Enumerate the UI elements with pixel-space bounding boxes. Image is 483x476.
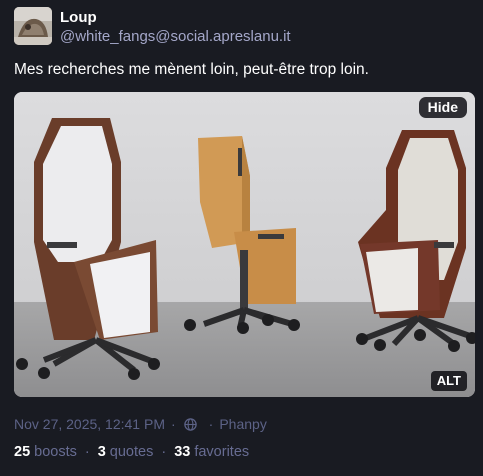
stats-separator: · bbox=[161, 444, 167, 460]
quotes-label[interactable]: quotes bbox=[110, 444, 154, 460]
coffin-chairs-image bbox=[14, 92, 475, 397]
post-meta: Nov 27, 2025, 12:41 PM · · Phanpy bbox=[14, 416, 267, 432]
media-attachment[interactable]: Hide ALT bbox=[14, 92, 475, 397]
favorites-count[interactable]: 33 bbox=[174, 444, 190, 460]
meta-separator: · bbox=[171, 416, 176, 432]
display-name[interactable]: Loup bbox=[60, 9, 97, 26]
favorites-label[interactable]: favorites bbox=[194, 444, 249, 460]
avatar[interactable] bbox=[14, 7, 52, 45]
post-stats: 25 boosts · 3 quotes · 33 favorites bbox=[14, 444, 249, 460]
boosts-label[interactable]: boosts bbox=[34, 444, 77, 460]
alt-text-badge[interactable]: ALT bbox=[430, 371, 467, 391]
boosts-count[interactable]: 25 bbox=[14, 444, 30, 460]
client-name: Phanpy bbox=[219, 416, 267, 432]
account-handle[interactable]: @white_fangs@social.apreslanu.it bbox=[60, 28, 291, 45]
hide-media-button[interactable]: Hide bbox=[418, 97, 467, 118]
avatar-image bbox=[14, 7, 52, 45]
quotes-count[interactable]: 3 bbox=[98, 444, 106, 460]
post-timestamp[interactable]: Nov 27, 2025, 12:41 PM bbox=[14, 416, 165, 432]
globe-icon bbox=[183, 417, 197, 431]
meta-separator: · bbox=[208, 416, 214, 432]
stats-separator: · bbox=[84, 444, 90, 460]
post-content: Mes recherches me mènent loin, peut-être… bbox=[14, 61, 369, 78]
